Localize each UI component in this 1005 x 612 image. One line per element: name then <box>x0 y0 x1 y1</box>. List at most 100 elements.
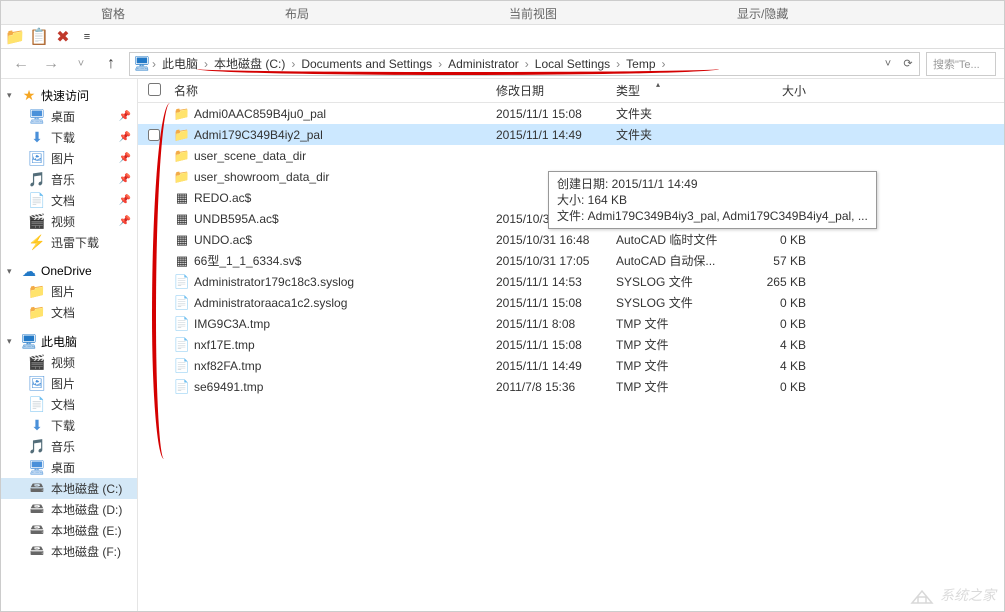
file-row[interactable]: 📄nxf82FA.tmp 2015/11/1 14:49 TMP 文件 4 KB <box>138 355 1004 376</box>
file-row[interactable]: 📁user_scene_data_dir <box>138 145 1004 166</box>
doc-icon: 📄 <box>29 397 45 413</box>
file-date: 2015/11/1 8:08 <box>496 317 616 331</box>
drive-icon: 🖴 <box>29 481 45 497</box>
ribbon-tab-current-view[interactable]: 当前视图 <box>469 1 597 24</box>
sidebar-item[interactable]: 🎵音乐📌 <box>1 169 137 190</box>
chevron-right-icon[interactable]: › <box>660 57 668 71</box>
forward-button[interactable]: → <box>39 52 63 76</box>
refresh-icon[interactable]: ⟳ <box>899 55 917 73</box>
search-input[interactable]: 搜索"Te... <box>926 52 996 76</box>
file-date: 2015/11/1 14:53 <box>496 275 616 289</box>
pc-icon: 🖥 <box>21 334 37 350</box>
sidebar-item[interactable]: 🎬视频 <box>1 352 137 373</box>
col-header-date[interactable]: 修改日期 <box>496 82 616 99</box>
pin-icon: 📌 <box>119 153 131 164</box>
file-row[interactable]: 📄Administratoraaca1c2.syslog 2015/11/1 1… <box>138 292 1004 313</box>
sidebar-item-label: 本地磁盘 (D:) <box>51 501 122 518</box>
sidebar-this-pc[interactable]: ▾ 🖥 此电脑 <box>1 331 137 352</box>
col-header-type[interactable]: 类型▴ <box>616 82 736 99</box>
sidebar-item[interactable]: 🖴本地磁盘 (D:) <box>1 499 137 520</box>
tooltip: 创建日期: 2015/11/1 14:49 大小: 164 KB 文件: Adm… <box>548 171 877 229</box>
pin-icon: 📌 <box>119 216 131 227</box>
chevron-right-icon[interactable]: › <box>150 57 158 71</box>
file-row[interactable]: 📄IMG9C3A.tmp 2015/11/1 8:08 TMP 文件 0 KB <box>138 313 1004 334</box>
sidebar-quick-access[interactable]: ▾ ★ 快速访问 <box>1 85 137 106</box>
file-name: Administrator179c18c3.syslog <box>194 275 354 289</box>
file-row[interactable]: 📁Admi0AAC859B4ju0_pal 2015/11/1 15:08 文件… <box>138 103 1004 124</box>
file-date: 2015/11/1 15:08 <box>496 338 616 352</box>
clipboard-icon[interactable]: 📋 <box>29 27 49 47</box>
breadcrumb[interactable]: 🖥 › 此电脑 › 本地磁盘 (C:) › Documents and Sett… <box>129 52 920 76</box>
sidebar-item[interactable]: 🖥桌面 <box>1 457 137 478</box>
sidebar-item[interactable]: 🖴 本地磁盘 (C:) <box>1 478 137 499</box>
file-date: 2011/7/8 15:36 <box>496 380 616 394</box>
sidebar-item[interactable]: 📄文档📌 <box>1 190 137 211</box>
sidebar-item[interactable]: ⬇下载 <box>1 415 137 436</box>
crumb-thispc[interactable]: 此电脑 <box>158 55 202 72</box>
sidebar-item-label: 图片 <box>51 283 75 300</box>
sidebar-item-label: 音乐 <box>51 171 75 188</box>
ribbon-tab-show-hide[interactable]: 显示/隐藏 <box>697 1 828 24</box>
sidebar-item[interactable]: 🖴本地磁盘 (E:) <box>1 520 137 541</box>
col-header-size[interactable]: 大小 <box>736 82 816 99</box>
up-button[interactable]: ↑ <box>99 52 123 76</box>
sidebar-item[interactable]: ⚡迅雷下载 <box>1 232 137 253</box>
sidebar-item[interactable]: 🎵音乐 <box>1 436 137 457</box>
sidebar-item-label: 图片 <box>51 150 75 167</box>
file-row[interactable]: ▦UNDO.ac$ 2015/10/31 16:48 AutoCAD 临时文件 … <box>138 229 1004 250</box>
sidebar-item[interactable]: 🖴本地磁盘 (F:) <box>1 541 137 562</box>
file-type: AutoCAD 临时文件 <box>616 231 736 248</box>
back-button[interactable]: ← <box>9 52 33 76</box>
delete-icon[interactable]: ✖ <box>53 27 73 47</box>
row-checkbox[interactable] <box>148 129 160 141</box>
file-type: SYSLOG 文件 <box>616 273 736 290</box>
file-name: REDO.ac$ <box>194 191 251 205</box>
sidebar-head-label: 快速访问 <box>41 87 89 104</box>
folder-icon: 📁 <box>174 127 190 143</box>
chevron-right-icon[interactable]: › <box>289 57 297 71</box>
sidebar-item[interactable]: ⬇下载📌 <box>1 127 137 148</box>
sidebar-item[interactable]: 🖼图片📌 <box>1 148 137 169</box>
file-row[interactable]: 📄nxf17E.tmp 2015/11/1 15:08 TMP 文件 4 KB <box>138 334 1004 355</box>
sidebar-item[interactable]: 📄文档 <box>1 394 137 415</box>
sidebar-item[interactable]: 🖼图片 <box>1 373 137 394</box>
sidebar: ▾ ★ 快速访问 🖥桌面📌⬇下载📌🖼图片📌🎵音乐📌📄文档📌🎬视频📌⚡迅雷下载 ▾… <box>1 79 138 611</box>
sort-asc-icon: ▴ <box>656 80 660 89</box>
file-row[interactable]: 📁Admi179C349B4iy2_pal 2015/11/1 14:49 文件… <box>138 124 1004 145</box>
file-name: user_showroom_data_dir <box>194 170 329 184</box>
col-header-name[interactable]: 名称 <box>166 82 496 99</box>
sidebar-item-label: 本地磁盘 (C:) <box>51 480 122 497</box>
chevron-right-icon[interactable]: › <box>523 57 531 71</box>
file-type: SYSLOG 文件 <box>616 294 736 311</box>
file-row[interactable]: ▦66型_1_1_6334.sv$ 2015/10/31 17:05 AutoC… <box>138 250 1004 271</box>
crumb-temp[interactable]: Temp <box>622 57 659 71</box>
sidebar-item[interactable]: 📁文档 <box>1 302 137 323</box>
ribbon-tab-panes[interactable]: 窗格 <box>61 1 165 24</box>
file-row[interactable]: 📄se69491.tmp 2011/7/8 15:36 TMP 文件 0 KB <box>138 376 1004 397</box>
file-name: nxf82FA.tmp <box>194 359 261 373</box>
ribbon-tab-layout[interactable]: 布局 <box>245 1 349 24</box>
chevron-right-icon[interactable]: › <box>202 57 210 71</box>
folder-icon: 📁 <box>29 305 45 321</box>
drive-icon: 🖴 <box>29 544 45 560</box>
crumb-docs-settings[interactable]: Documents and Settings <box>297 57 436 71</box>
folder-icon[interactable]: 📁 <box>5 27 25 47</box>
sidebar-onedrive[interactable]: ▾ ☁ OneDrive <box>1 261 137 281</box>
breadcrumb-dropdown[interactable]: ˅ <box>879 55 897 73</box>
pin-icon: 📌 <box>119 132 131 143</box>
select-all-checkbox[interactable] <box>148 83 161 96</box>
thunder-icon: ⚡ <box>29 235 45 251</box>
chevron-right-icon[interactable]: › <box>436 57 444 71</box>
folder-icon: 📁 <box>174 106 190 122</box>
crumb-drive-c[interactable]: 本地磁盘 (C:) <box>210 55 289 72</box>
sidebar-item[interactable]: 📁图片 <box>1 281 137 302</box>
acad-icon: ▦ <box>174 232 190 248</box>
file-row[interactable]: 📄Administrator179c18c3.syslog 2015/11/1 … <box>138 271 1004 292</box>
sidebar-item[interactable]: 🖥桌面📌 <box>1 106 137 127</box>
history-dropdown[interactable]: ˅ <box>69 52 93 76</box>
crumb-administrator[interactable]: Administrator <box>444 57 523 71</box>
crumb-local-settings[interactable]: Local Settings <box>531 57 614 71</box>
chevron-right-icon[interactable]: › <box>614 57 622 71</box>
sidebar-item[interactable]: 🎬视频📌 <box>1 211 137 232</box>
more-icon[interactable]: ≡ <box>77 27 97 47</box>
